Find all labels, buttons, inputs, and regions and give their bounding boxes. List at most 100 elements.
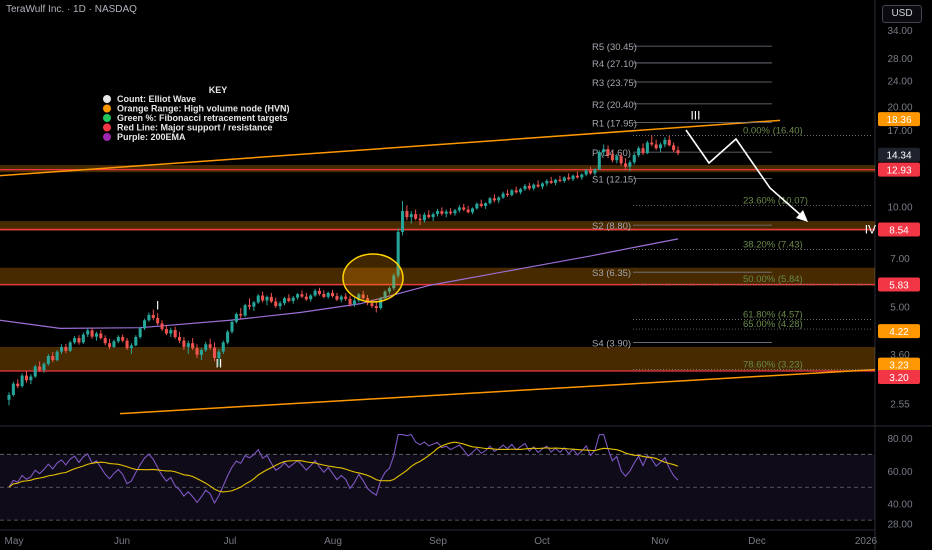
fib-label: 23.60% (10.07): [743, 196, 808, 207]
pivot-label: R2 (20.40): [592, 100, 637, 111]
candle-body: [536, 184, 540, 187]
candle-body: [186, 343, 190, 347]
candle-body: [261, 295, 265, 301]
candle-body: [444, 211, 448, 214]
key-dot-icon: [103, 114, 111, 122]
candle-body: [221, 342, 225, 352]
key-dot-icon: [103, 133, 111, 141]
candle-body: [256, 295, 260, 303]
candle-body: [16, 383, 20, 387]
candle-body: [466, 209, 470, 213]
candle-body: [470, 208, 475, 213]
candle-body: [519, 189, 523, 193]
key-label: Red Line: Major support / resistance: [117, 123, 273, 133]
candle-body: [331, 292, 335, 297]
candle-body: [610, 155, 614, 161]
price-chart[interactable]: R5 (30.45) R4 (27.10) R3 (23.75) R2 (20.40)…: [0, 0, 932, 550]
fib-label: 38.20% (7.43): [743, 240, 803, 251]
candle-body: [475, 203, 479, 209]
pivot-label: S4 (3.90): [592, 338, 631, 349]
candle-body: [20, 375, 24, 387]
candle-body: [99, 333, 103, 339]
candle-body: [562, 177, 566, 182]
candle-body: [191, 343, 195, 349]
candle-body: [567, 177, 571, 180]
candle-body: [265, 296, 269, 301]
candle-body: [278, 303, 282, 307]
candle-body: [628, 162, 632, 167]
candle-body: [462, 207, 466, 210]
candle-body: [479, 203, 483, 206]
candle-body: [344, 296, 348, 299]
candle-body: [230, 321, 234, 332]
candle-body: [90, 330, 94, 337]
candle-body: [615, 156, 619, 161]
candle-body: [593, 169, 597, 174]
x-tick-label: Oct: [534, 536, 550, 547]
lower-trendline: [119, 368, 876, 415]
x-tick-label: Sep: [429, 536, 447, 547]
candle-body: [501, 193, 505, 198]
candle-body: [540, 183, 544, 187]
candle-body: [300, 294, 304, 297]
candle-body: [326, 292, 330, 297]
x-tick-label: Nov: [651, 536, 669, 547]
candle-body: [243, 305, 247, 316]
candle-body: [641, 148, 645, 154]
candle-body: [199, 350, 203, 355]
candle-body: [575, 175, 579, 178]
key-label: Green %: Fibonacci retracement targets: [117, 113, 288, 123]
candle-body: [304, 296, 308, 300]
candle-body: [431, 214, 435, 218]
candle-body: [453, 210, 457, 214]
candle-body: [156, 318, 160, 324]
wave-label: IV: [865, 223, 876, 237]
candle-body: [510, 190, 514, 195]
candle-body: [73, 338, 77, 343]
key-dot-icon: [103, 123, 111, 132]
candle-body: [160, 323, 164, 330]
candle-body: [422, 214, 426, 221]
candle-body: [348, 298, 352, 305]
key-dot-icon: [103, 104, 111, 113]
candle-body: [274, 301, 278, 307]
candle-body: [252, 302, 256, 307]
price-label: 5.83: [889, 280, 909, 291]
candle-body: [204, 344, 208, 351]
candle-body: [339, 296, 343, 300]
wave-label: III: [690, 109, 700, 123]
candle-body: [29, 376, 33, 381]
breakout-circle: [342, 253, 404, 303]
candle-body: [24, 375, 29, 381]
candle-body: [177, 337, 182, 341]
candle-body: [134, 337, 138, 346]
candle-body: [269, 296, 273, 302]
pivot-label: S1 (12.15): [592, 175, 636, 186]
fib-label: 0.00% (16.40): [743, 125, 803, 136]
candle-body: [580, 174, 584, 178]
candle-body: [46, 356, 50, 364]
candle-body: [282, 298, 287, 304]
candle-body: [505, 193, 510, 195]
candle-body: [602, 149, 606, 153]
pivot-label: R3 (23.75): [592, 78, 637, 89]
candle-body: [112, 341, 116, 347]
candle-body: [545, 181, 549, 184]
candle-body: [484, 203, 488, 206]
rsi-tick-label: 60.00: [887, 467, 912, 478]
candle-body: [291, 297, 295, 301]
y-tick-label: 2.55: [890, 400, 910, 411]
candle-body: [418, 218, 422, 221]
candle-body: [7, 394, 11, 400]
candle-body: [632, 155, 636, 163]
candle-body: [195, 348, 199, 355]
candle-body: [558, 179, 562, 182]
wave-label: II: [216, 356, 223, 370]
candle-body: [296, 294, 300, 298]
candle-body: [108, 343, 112, 347]
key-label: Count: Elliot Wave: [117, 94, 196, 104]
candle-body: [549, 181, 553, 183]
candle-body: [239, 314, 243, 316]
candle-body: [637, 148, 641, 156]
candle-body: [676, 150, 680, 154]
